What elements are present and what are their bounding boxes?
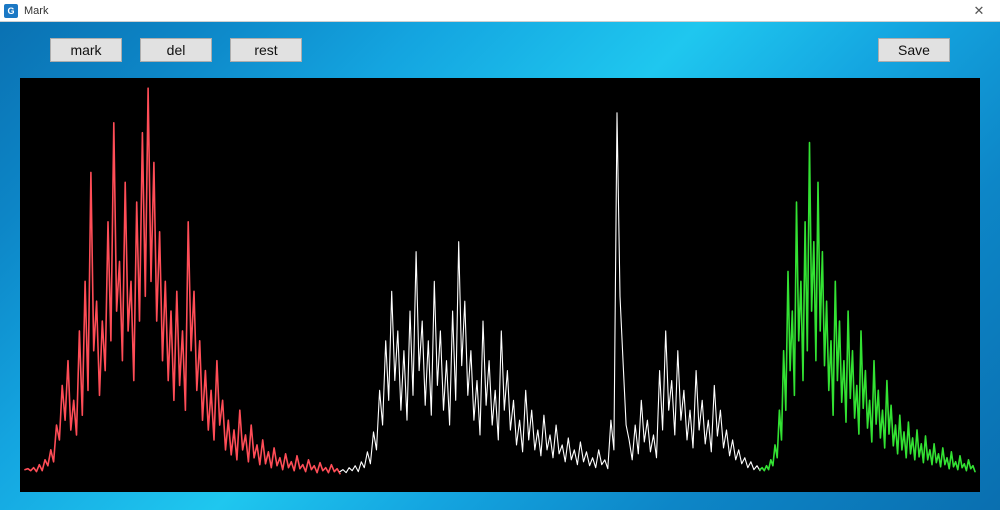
del-button[interactable]: del xyxy=(140,38,212,62)
client-area: mark del rest Save xyxy=(0,22,1000,510)
app-icon: G xyxy=(4,4,18,18)
trace-green xyxy=(760,143,975,472)
signal-plot[interactable] xyxy=(20,78,980,492)
close-icon[interactable]: ✕ xyxy=(962,1,996,21)
mark-button[interactable]: mark xyxy=(50,38,122,62)
window-title: Mark xyxy=(24,5,48,17)
titlebar: G Mark ✕ xyxy=(0,0,1000,22)
trace-white xyxy=(340,113,760,473)
trace-red xyxy=(25,88,340,474)
rest-button[interactable]: rest xyxy=(230,38,302,62)
save-button[interactable]: Save xyxy=(878,38,950,62)
toolbar: mark del rest Save xyxy=(20,34,980,66)
